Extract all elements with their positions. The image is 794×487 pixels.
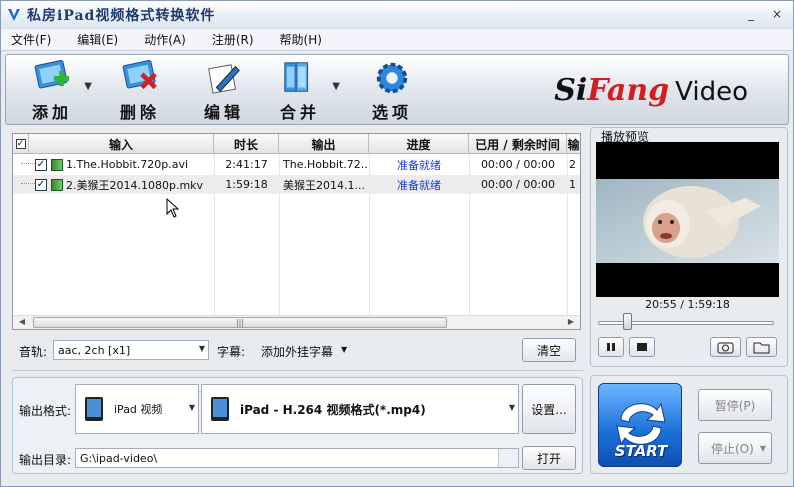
brand-logo: SiFang Video <box>554 73 748 108</box>
folder-icon <box>753 342 770 354</box>
pause-button[interactable]: 暂停(P) <box>698 389 772 421</box>
add-label: 添加 <box>31 103 72 122</box>
row-progress: 准备就绪 <box>397 158 441 172</box>
table-row[interactable]: ✓ 2.美猴王2014.1080p.mkv 1:59:18 美猴王2014.1.… <box>13 175 580 194</box>
scroll-right-icon[interactable]: ▶ <box>565 317 577 328</box>
menu-edit[interactable]: 编辑(E) <box>77 31 118 48</box>
video-file-icon <box>51 178 63 191</box>
minimize-button[interactable]: _ <box>743 7 759 21</box>
merge-label: 合并 <box>279 103 320 122</box>
video-file-icon <box>51 158 63 171</box>
title-bar: 私房iPad视频格式转换软件 _ × <box>1 1 793 29</box>
pause-icon <box>607 343 615 351</box>
window-title: 私房iPad视频格式转换软件 <box>27 8 216 24</box>
device-select[interactable]: iPad 视频 ▼ <box>75 384 199 434</box>
menu-register[interactable]: 注册(R) <box>212 31 254 48</box>
app-window: 私房iPad视频格式转换软件 _ × 文件(F) 编辑(E) 动作(A) 注册(… <box>0 0 794 487</box>
select-all-checkbox[interactable]: ✓ <box>13 134 29 154</box>
start-label: START <box>614 442 668 460</box>
merge-dropdown-icon[interactable]: ▼ <box>332 81 340 92</box>
scrollbar-thumb[interactable]: ||| <box>33 317 447 328</box>
subtitle-select[interactable]: 添加外挂字幕 ▼ <box>261 343 347 360</box>
format-select[interactable]: iPad - H.264 视频格式(*.mp4) ▼ <box>201 384 519 434</box>
options-button[interactable]: 选项 <box>366 59 418 123</box>
row-progress: 准备就绪 <box>397 178 441 192</box>
delete-film-icon <box>122 59 157 90</box>
close-button[interactable]: × <box>769 7 785 21</box>
row-input: 2.美猴王2014.1080p.mkv <box>66 178 204 192</box>
playback-time: 20:55 / 1:59:18 <box>645 298 730 311</box>
snapshot-folder-button[interactable] <box>746 337 777 357</box>
scroll-left-icon[interactable]: ◀ <box>16 317 28 328</box>
edit-pencil-icon <box>208 64 240 94</box>
add-film-icon <box>34 59 70 89</box>
row-time: 00:00 / 00:00 <box>480 178 556 191</box>
settings-button[interactable]: 设置... <box>522 384 576 434</box>
row-duration: 2:41:17 <box>225 158 268 171</box>
ipad-icon <box>211 397 229 421</box>
toolbar: 添加 ▼ 删除 编辑 合并 ▼ 选项 SiFang Video <box>5 54 789 125</box>
merge-film-icon <box>284 62 309 92</box>
seek-slider-knob[interactable] <box>623 313 633 330</box>
menu-action[interactable]: 动作(A) <box>144 31 186 48</box>
row-extra: 2 <box>569 158 576 171</box>
merge-button[interactable]: 合并 ▼ <box>274 59 340 123</box>
gear-icon <box>376 62 408 94</box>
app-logo-icon <box>8 9 20 21</box>
stop-button[interactable]: 停止(O) ▼ <box>698 432 772 464</box>
menu-file[interactable]: 文件(F) <box>11 31 51 48</box>
row-output: 美猴王2014.1... <box>283 178 365 192</box>
output-dir-label: 输出目录: <box>19 453 72 467</box>
col-input[interactable]: 输入 <box>29 134 214 154</box>
chevron-down-icon: ▼ <box>341 345 348 354</box>
chevron-down-icon: ▼ <box>188 403 195 412</box>
delete-label: 删除 <box>119 103 160 122</box>
file-list-header: ✓ 输入 时长 输出 进度 已用 / 剩余时间 输 <box>13 134 580 154</box>
file-list: ✓ 输入 时长 输出 进度 已用 / 剩余时间 输 ✓ 1.The.Hobbit… <box>12 133 581 330</box>
ipad-icon <box>85 397 103 421</box>
stop-preview-button[interactable] <box>629 337 655 357</box>
row-output: The.Hobbit.72... <box>283 158 369 171</box>
row-input: 1.The.Hobbit.720p.avi <box>66 158 189 171</box>
row-duration: 1:59:18 <box>225 178 268 191</box>
mouse-cursor-icon <box>166 198 180 218</box>
options-label: 选项 <box>371 103 412 122</box>
stop-icon <box>637 343 647 351</box>
delete-button[interactable]: 删除 <box>114 59 166 123</box>
play-pause-button[interactable] <box>598 337 624 357</box>
col-output[interactable]: 输出 <box>279 134 369 154</box>
row-checkbox[interactable]: ✓ <box>35 158 47 171</box>
row-time: 00:00 / 00:00 <box>480 158 556 171</box>
clear-button[interactable]: 清空 <box>522 338 576 362</box>
video-preview <box>596 142 779 297</box>
output-dir-input[interactable]: G:\ipad-video\ <box>75 448 519 468</box>
snapshot-button[interactable] <box>710 337 741 357</box>
subtitle-label: 字幕: <box>217 345 246 359</box>
col-time[interactable]: 已用 / 剩余时间 <box>469 134 567 154</box>
preview-frame-image <box>596 179 779 263</box>
camera-icon <box>717 342 734 354</box>
col-extra[interactable]: 输 <box>567 134 580 154</box>
stop-dropdown-icon[interactable]: ▼ <box>760 444 766 453</box>
audio-track-label: 音轨: <box>19 345 48 359</box>
edit-button[interactable]: 编辑 <box>198 59 250 123</box>
horizontal-scrollbar[interactable]: ◀ ||| ▶ <box>13 315 580 329</box>
edit-label: 编辑 <box>203 103 244 122</box>
open-folder-button[interactable]: 打开 <box>522 446 576 470</box>
row-extra: 1 <box>569 178 576 191</box>
row-checkbox[interactable]: ✓ <box>35 178 47 191</box>
add-button[interactable]: 添加 ▼ <box>26 59 92 123</box>
output-format-label: 输出格式: <box>19 404 72 418</box>
add-dropdown-icon[interactable]: ▼ <box>84 81 92 92</box>
audio-track-select[interactable]: aac, 2ch [x1] ▼ <box>53 340 209 360</box>
chevron-down-icon: ▼ <box>198 344 205 353</box>
col-progress[interactable]: 进度 <box>369 134 469 154</box>
menu-help[interactable]: 帮助(H) <box>280 31 322 48</box>
col-duration[interactable]: 时长 <box>214 134 279 154</box>
start-button[interactable]: START <box>598 383 682 467</box>
table-row[interactable]: ✓ 1.The.Hobbit.720p.avi 2:41:17 The.Hobb… <box>13 155 580 174</box>
chevron-down-icon: ▼ <box>508 403 515 412</box>
menu-bar: 文件(F) 编辑(E) 动作(A) 注册(R) 帮助(H) <box>1 29 793 51</box>
